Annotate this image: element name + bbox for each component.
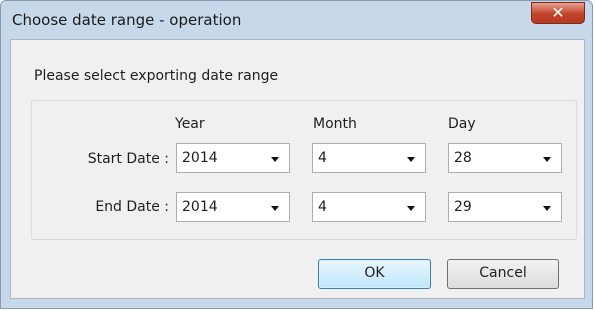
column-header-day: Day [448,116,476,132]
chevron-down-icon [407,157,415,162]
end-year-select[interactable]: 2014 [176,192,290,222]
start-month-value: 4 [318,150,327,166]
cancel-button[interactable]: Cancel [447,259,559,289]
dialog-body: Please select exporting date range Year … [10,39,585,299]
start-year-value: 2014 [182,150,218,166]
start-day-select[interactable]: 28 [448,143,562,173]
chevron-down-icon [271,157,279,162]
chevron-down-icon [543,157,551,162]
chevron-down-icon [407,206,415,211]
close-icon: ✕ [551,3,565,22]
end-month-value: 4 [318,199,327,215]
end-day-value: 29 [454,199,472,215]
end-day-select[interactable]: 29 [448,192,562,222]
prompt-text: Please select exporting date range [34,68,279,84]
title-bar[interactable]: Choose date range - operation ✕ [1,1,592,39]
date-range-group: Year Month Day Start Date : 2014 4 28 En… [31,100,577,240]
start-year-select[interactable]: 2014 [176,143,290,173]
close-button[interactable]: ✕ [531,2,585,24]
end-year-value: 2014 [182,199,218,215]
start-day-value: 28 [454,150,472,166]
window-title: Choose date range - operation [12,11,242,29]
chevron-down-icon [271,206,279,211]
ok-button[interactable]: OK [318,259,431,289]
column-header-month: Month [313,116,357,132]
column-header-year: Year [175,116,205,132]
start-date-label: Start Date : [87,151,169,167]
dialog-window: Choose date range - operation ✕ Please s… [0,0,593,309]
end-month-select[interactable]: 4 [312,192,426,222]
start-month-select[interactable]: 4 [312,143,426,173]
chevron-down-icon [543,206,551,211]
end-date-label: End Date : [95,199,169,215]
